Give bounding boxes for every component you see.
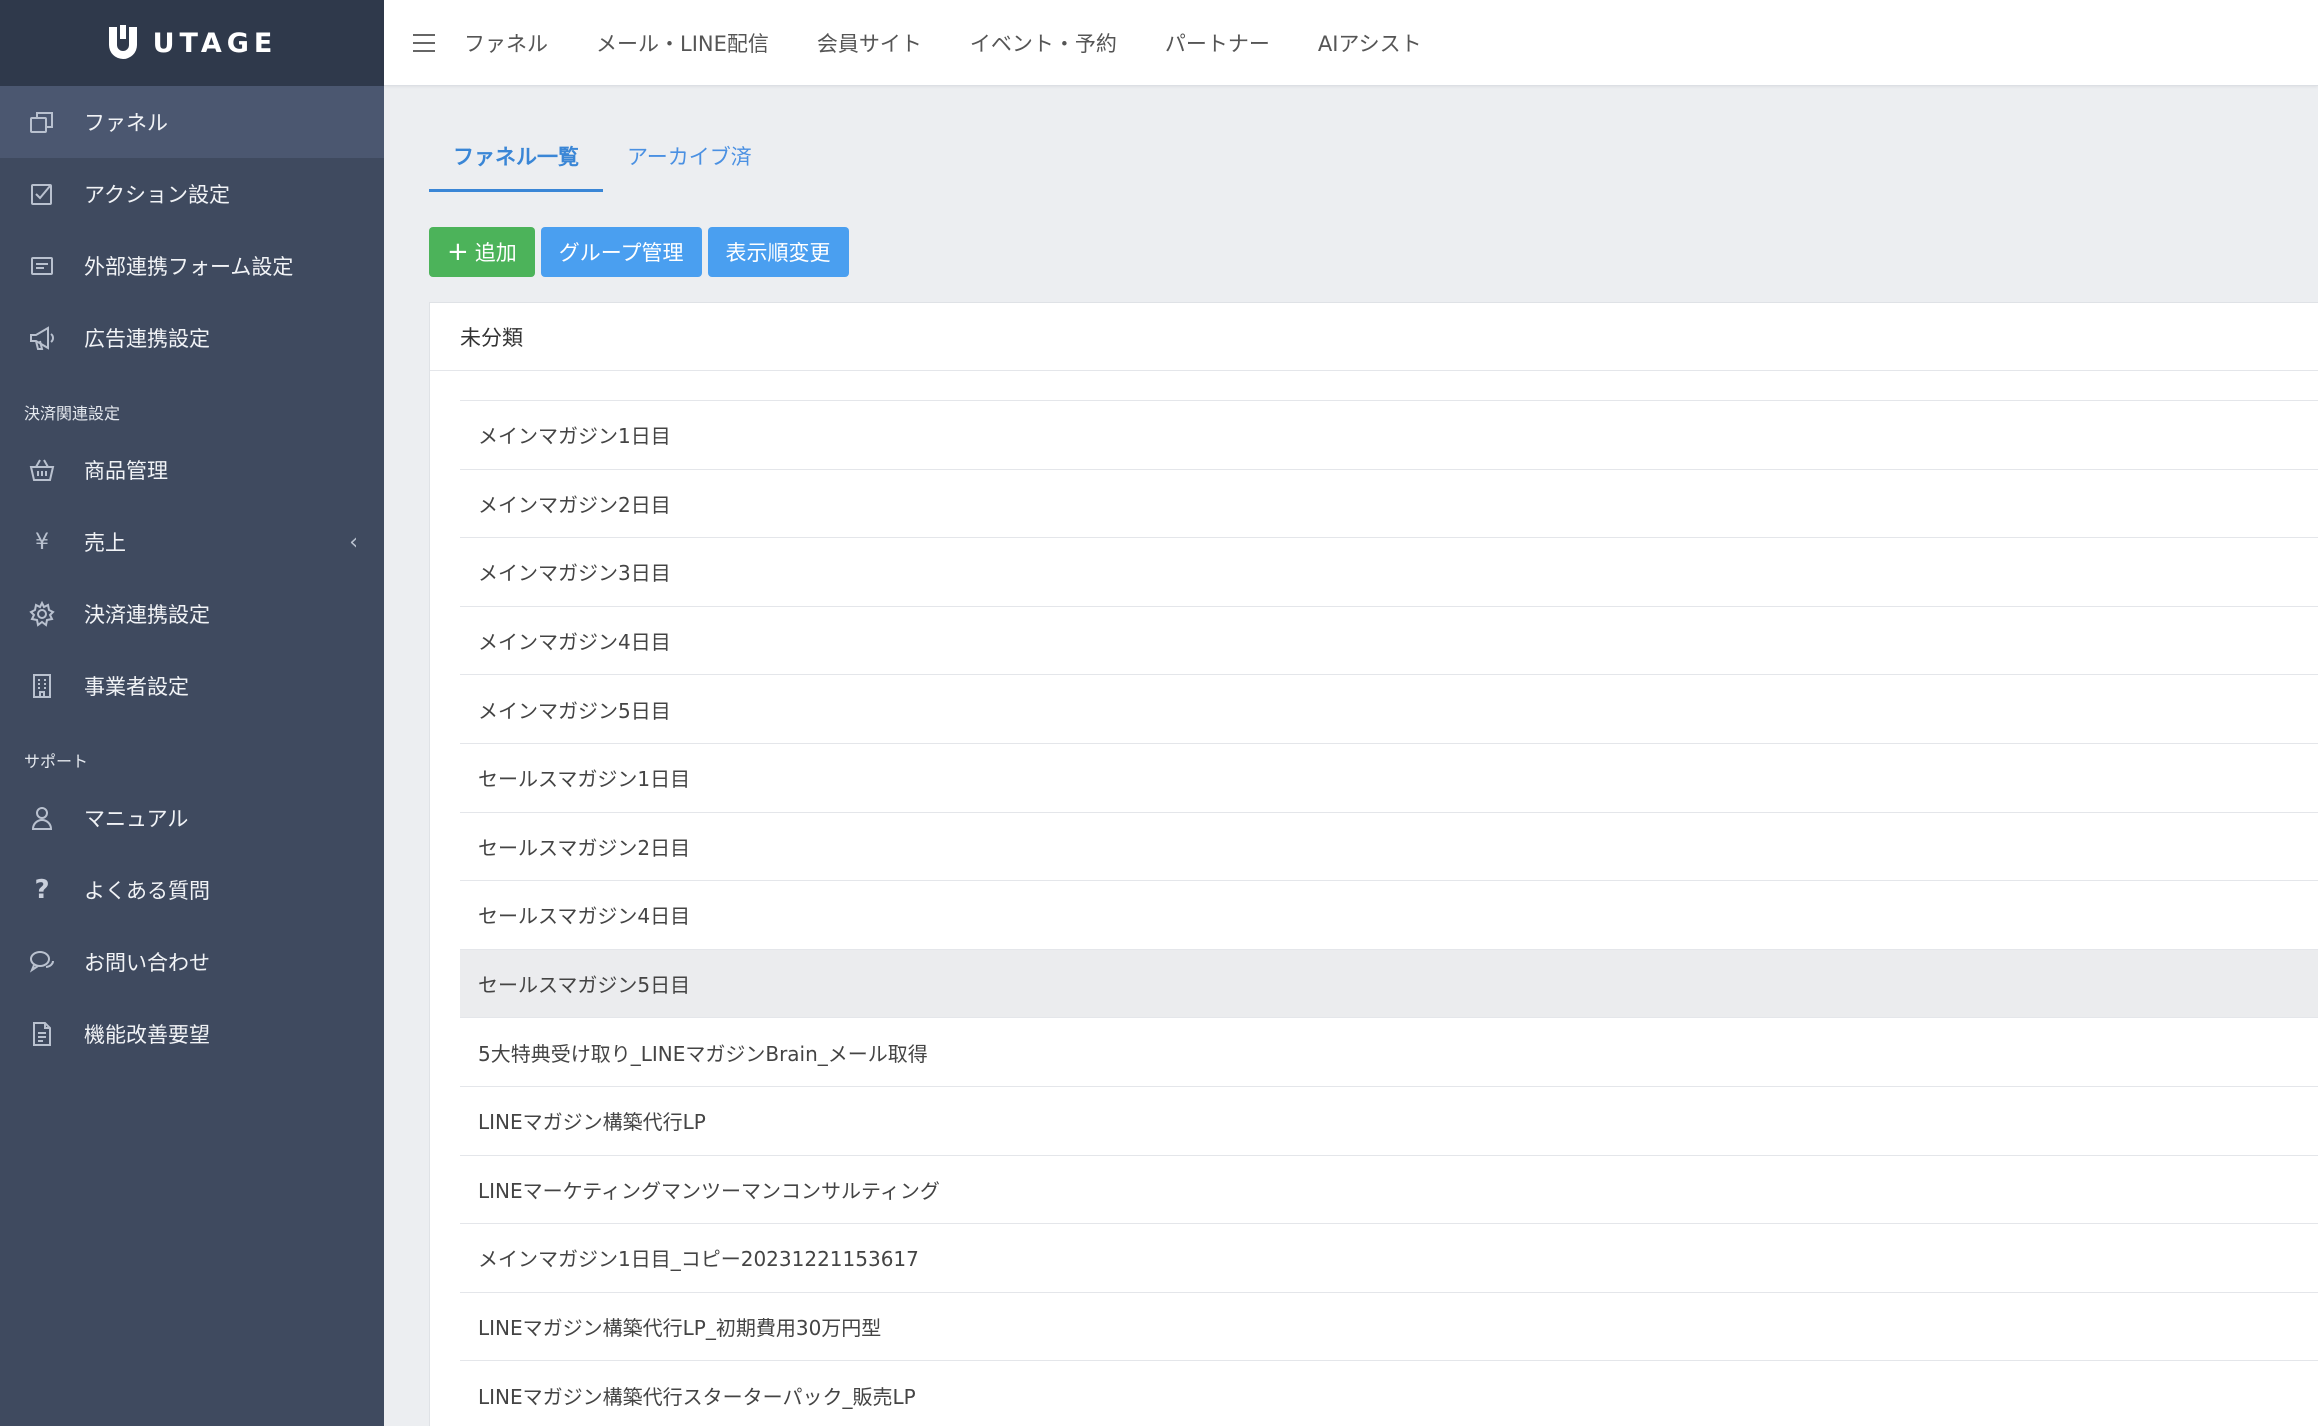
sidebar-item-sales[interactable]: ¥ 売上 ‹ — [0, 506, 384, 578]
yen-icon: ¥ — [35, 529, 49, 555]
top-nav-event-booking[interactable]: イベント・予約 — [970, 28, 1117, 58]
building-icon — [24, 668, 60, 704]
top-nav-mail-line[interactable]: メール・LINE配信 — [596, 28, 769, 58]
list-item[interactable]: セールスマガジン1日目 — [460, 744, 2318, 813]
sidebar-item-label: 機能改善要望 — [84, 1023, 210, 1047]
list-item[interactable]: LINEマガジン構築代行LP_初期費用30万円型 — [460, 1293, 2318, 1362]
sidebar-item-label: 事業者設定 — [84, 675, 189, 699]
sidebar-item-label: 外部連携フォーム設定 — [84, 255, 294, 279]
top-nav-member-site[interactable]: 会員サイト — [817, 28, 922, 58]
add-button-label: 追加 — [474, 241, 517, 265]
brand-name: UTAGE — [152, 27, 278, 59]
list-item[interactable]: LINEマガジン構築代行LP — [460, 1087, 2318, 1156]
card-title: 未分類 — [430, 303, 2318, 371]
gear-icon — [24, 596, 60, 632]
document-icon — [24, 1016, 60, 1052]
list-item[interactable]: メインマガジン2日目 — [460, 470, 2318, 539]
sidebar-item-manual[interactable]: マニュアル — [0, 782, 384, 854]
hamburger-icon — [413, 33, 435, 52]
sidebar-item-feature-request[interactable]: 機能改善要望 — [0, 998, 384, 1070]
list-item[interactable]: LINEマガジン構築代行スターターパック_販売LP — [460, 1361, 2318, 1426]
sidebar-item-external-form[interactable]: 外部連携フォーム設定 — [0, 230, 384, 302]
list-item[interactable]: LINEマーケティングマンツーマンコンサルティング — [460, 1156, 2318, 1225]
sidebar-item-funnel[interactable]: ファネル — [0, 86, 384, 158]
utage-logo-icon — [108, 25, 137, 59]
list-item[interactable]: メインマガジン1日目_コピー20231221153617 — [460, 1224, 2318, 1293]
question-icon: ? — [34, 875, 50, 905]
tab-archived[interactable]: アーカイブ済 — [603, 141, 776, 192]
list-item[interactable]: セールスマガジン5日目 — [460, 949, 2318, 1019]
plus-icon: + — [447, 237, 469, 267]
chevron-left-icon: ‹ — [349, 529, 358, 555]
list-item[interactable]: セールスマガジン4日目 — [460, 881, 2318, 950]
top-navbar: ファネル メール・LINE配信 会員サイト イベント・予約 パートナー AIアシ… — [384, 0, 2318, 86]
list-item[interactable]: セールスマガジン2日目 — [460, 813, 2318, 882]
main-content: ファネル一覧 アーカイブ済 + 追加 グループ管理 表示順変更 未分類 メインマ… — [384, 86, 2318, 1426]
sidebar-item-action-settings[interactable]: アクション設定 — [0, 158, 384, 230]
basket-icon — [24, 452, 60, 488]
change-order-button[interactable]: 表示順変更 — [707, 227, 849, 277]
funnel-list: メインマガジン1日目 メインマガジン2日目 メインマガジン3日目 メインマガジン… — [460, 400, 2318, 1426]
list-item[interactable]: 5大特典受け取り_LINEマガジンBrain_メール取得 — [460, 1018, 2318, 1087]
funnel-copy-icon — [24, 104, 60, 140]
sidebar-item-label: 売上 — [84, 531, 126, 555]
user-icon — [24, 800, 60, 836]
megaphone-icon — [24, 320, 60, 356]
brand-logo[interactable]: UTAGE — [0, 0, 384, 86]
top-nav-partner[interactable]: パートナー — [1165, 28, 1270, 58]
sidebar-item-label: マニュアル — [84, 807, 189, 831]
sidebar-item-label: お問い合わせ — [84, 951, 210, 975]
sidebar-item-contact[interactable]: お問い合わせ — [0, 926, 384, 998]
sidebar-item-payment-integration[interactable]: 決済連携設定 — [0, 578, 384, 650]
app-root: UTAGE ファネル アクション設定 外部連携フォーム設定 広告連携設定 決済関… — [0, 0, 2318, 1426]
toolbar: + 追加 グループ管理 表示順変更 — [429, 227, 849, 277]
sidebar-item-business[interactable]: 事業者設定 — [0, 650, 384, 722]
section-title-support: サポート — [24, 752, 89, 771]
sidebar-item-label: よくある質問 — [84, 879, 210, 903]
funnel-group-card: 未分類 メインマガジン1日目 メインマガジン2日目 メインマガジン3日目 メイン… — [429, 302, 2318, 1426]
form-icon — [24, 248, 60, 284]
top-nav-ai-assist[interactable]: AIアシスト — [1318, 28, 1422, 58]
sidebar-item-label: 広告連携設定 — [84, 327, 210, 351]
sidebar-item-label: ファネル — [84, 111, 168, 135]
list-item[interactable]: メインマガジン1日目 — [460, 401, 2318, 470]
chat-icon — [24, 944, 60, 980]
sidebar-item-label: アクション設定 — [84, 183, 230, 207]
section-title-payment: 決済関連設定 — [24, 404, 121, 423]
list-item[interactable]: メインマガジン3日目 — [460, 538, 2318, 607]
sidebar-item-products[interactable]: 商品管理 — [0, 434, 384, 506]
menu-toggle-button[interactable] — [384, 0, 464, 86]
list-item[interactable]: メインマガジン4日目 — [460, 607, 2318, 676]
sidebar-item-ad-integration[interactable]: 広告連携設定 — [0, 302, 384, 374]
sidebar-item-faq[interactable]: ? よくある質問 — [0, 854, 384, 926]
tab-funnel-list[interactable]: ファネル一覧 — [429, 141, 603, 192]
list-item[interactable]: メインマガジン5日目 — [460, 675, 2318, 744]
tab-bar: ファネル一覧 アーカイブ済 — [429, 141, 776, 192]
checkbox-icon — [24, 176, 60, 212]
sidebar-item-label: 決済連携設定 — [84, 603, 210, 627]
sidebar-item-label: 商品管理 — [84, 459, 168, 483]
add-button[interactable]: + 追加 — [429, 227, 535, 277]
top-nav-funnel[interactable]: ファネル — [464, 28, 548, 58]
group-management-button[interactable]: グループ管理 — [540, 227, 702, 277]
sidebar: UTAGE ファネル アクション設定 外部連携フォーム設定 広告連携設定 決済関… — [0, 0, 384, 1426]
